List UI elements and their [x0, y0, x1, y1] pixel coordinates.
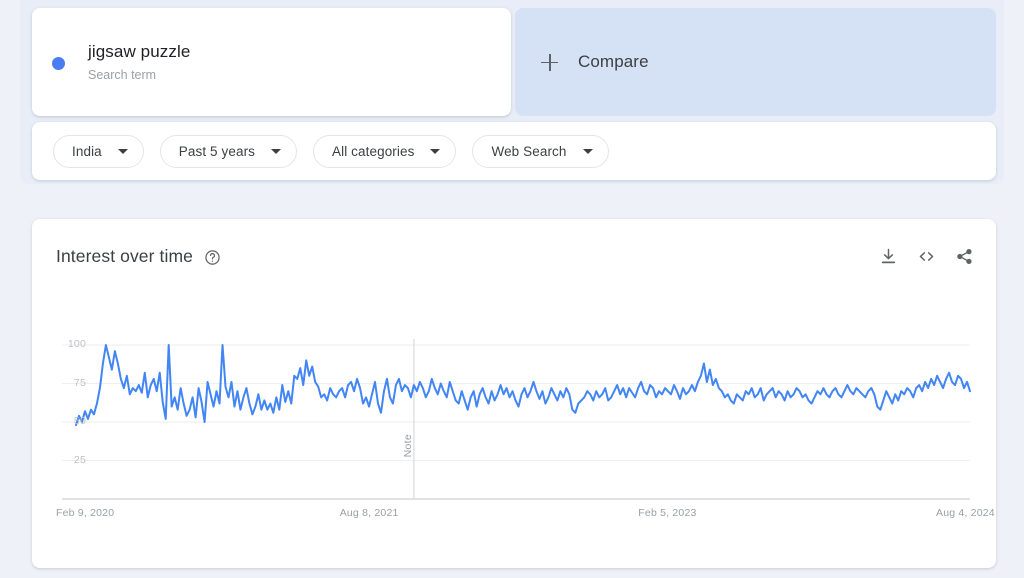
x-axis-tick-0: Feb 9, 2020: [56, 507, 115, 519]
filter-category-label: All categories: [332, 143, 415, 159]
search-term-card[interactable]: jigsaw puzzle Search term: [32, 8, 511, 116]
search-term-type: Search term: [88, 67, 157, 82]
trends-line-chart: [62, 339, 971, 500]
filter-search-type-label: Web Search: [491, 143, 567, 159]
search-term-text: jigsaw puzzle Search term: [88, 41, 190, 84]
interest-over-time-card: Interest over time 100 75 50 25 Feb 9, 2…: [32, 219, 996, 568]
chevron-down-icon: [271, 148, 282, 154]
code-embed-icon[interactable]: [917, 247, 936, 266]
compare-button[interactable]: Compare: [515, 8, 996, 116]
y-axis-tick-75: 75: [73, 376, 86, 389]
chevron-down-icon: [582, 148, 593, 154]
chevron-down-icon: [117, 148, 128, 154]
help-circle-icon[interactable]: [204, 249, 221, 266]
filter-location[interactable]: India: [53, 134, 144, 168]
filter-time-range-label: Past 5 years: [178, 143, 256, 159]
filter-search-type[interactable]: Web Search: [472, 134, 609, 168]
chart-header: Interest over time: [56, 241, 974, 271]
chevron-down-icon: [430, 148, 441, 154]
x-axis-tick-2: Feb 5, 2023: [638, 507, 697, 519]
google-trends-page: jigsaw puzzle Search term Compare India …: [0, 0, 1024, 578]
y-axis-tick-50: 50: [73, 415, 86, 427]
chart-title-wrap: Interest over time: [56, 246, 221, 267]
filter-bar: India Past 5 years All categories Web Se…: [32, 122, 996, 180]
series-color-dot: [52, 56, 65, 70]
download-icon[interactable]: [879, 247, 898, 266]
chart-plot-area: 100 75 50 25 Feb 9, 2020 Aug 8, 2021 Feb 5, 20…: [32, 219, 996, 568]
filter-category[interactable]: All categories: [313, 134, 457, 168]
search-term-label: jigsaw puzzle: [88, 41, 191, 61]
filter-location-label: India: [72, 143, 102, 159]
filter-time-range[interactable]: Past 5 years: [159, 134, 298, 168]
x-axis-tick-3: Aug 4, 2024: [936, 507, 995, 519]
plus-icon: [541, 53, 558, 71]
term-compare-row: jigsaw puzzle Search term Compare: [32, 8, 996, 116]
y-axis-tick-100: 100: [67, 338, 86, 350]
share-icon[interactable]: [955, 247, 974, 266]
chart-actions: [879, 247, 974, 266]
page-title: Interest over time: [56, 245, 193, 266]
compare-label: Compare: [578, 52, 649, 71]
x-axis-tick-1: Aug 8, 2021: [339, 507, 399, 519]
chart-note-annotation[interactable]: Note: [402, 434, 414, 457]
y-axis-tick-25: 25: [73, 453, 86, 466]
